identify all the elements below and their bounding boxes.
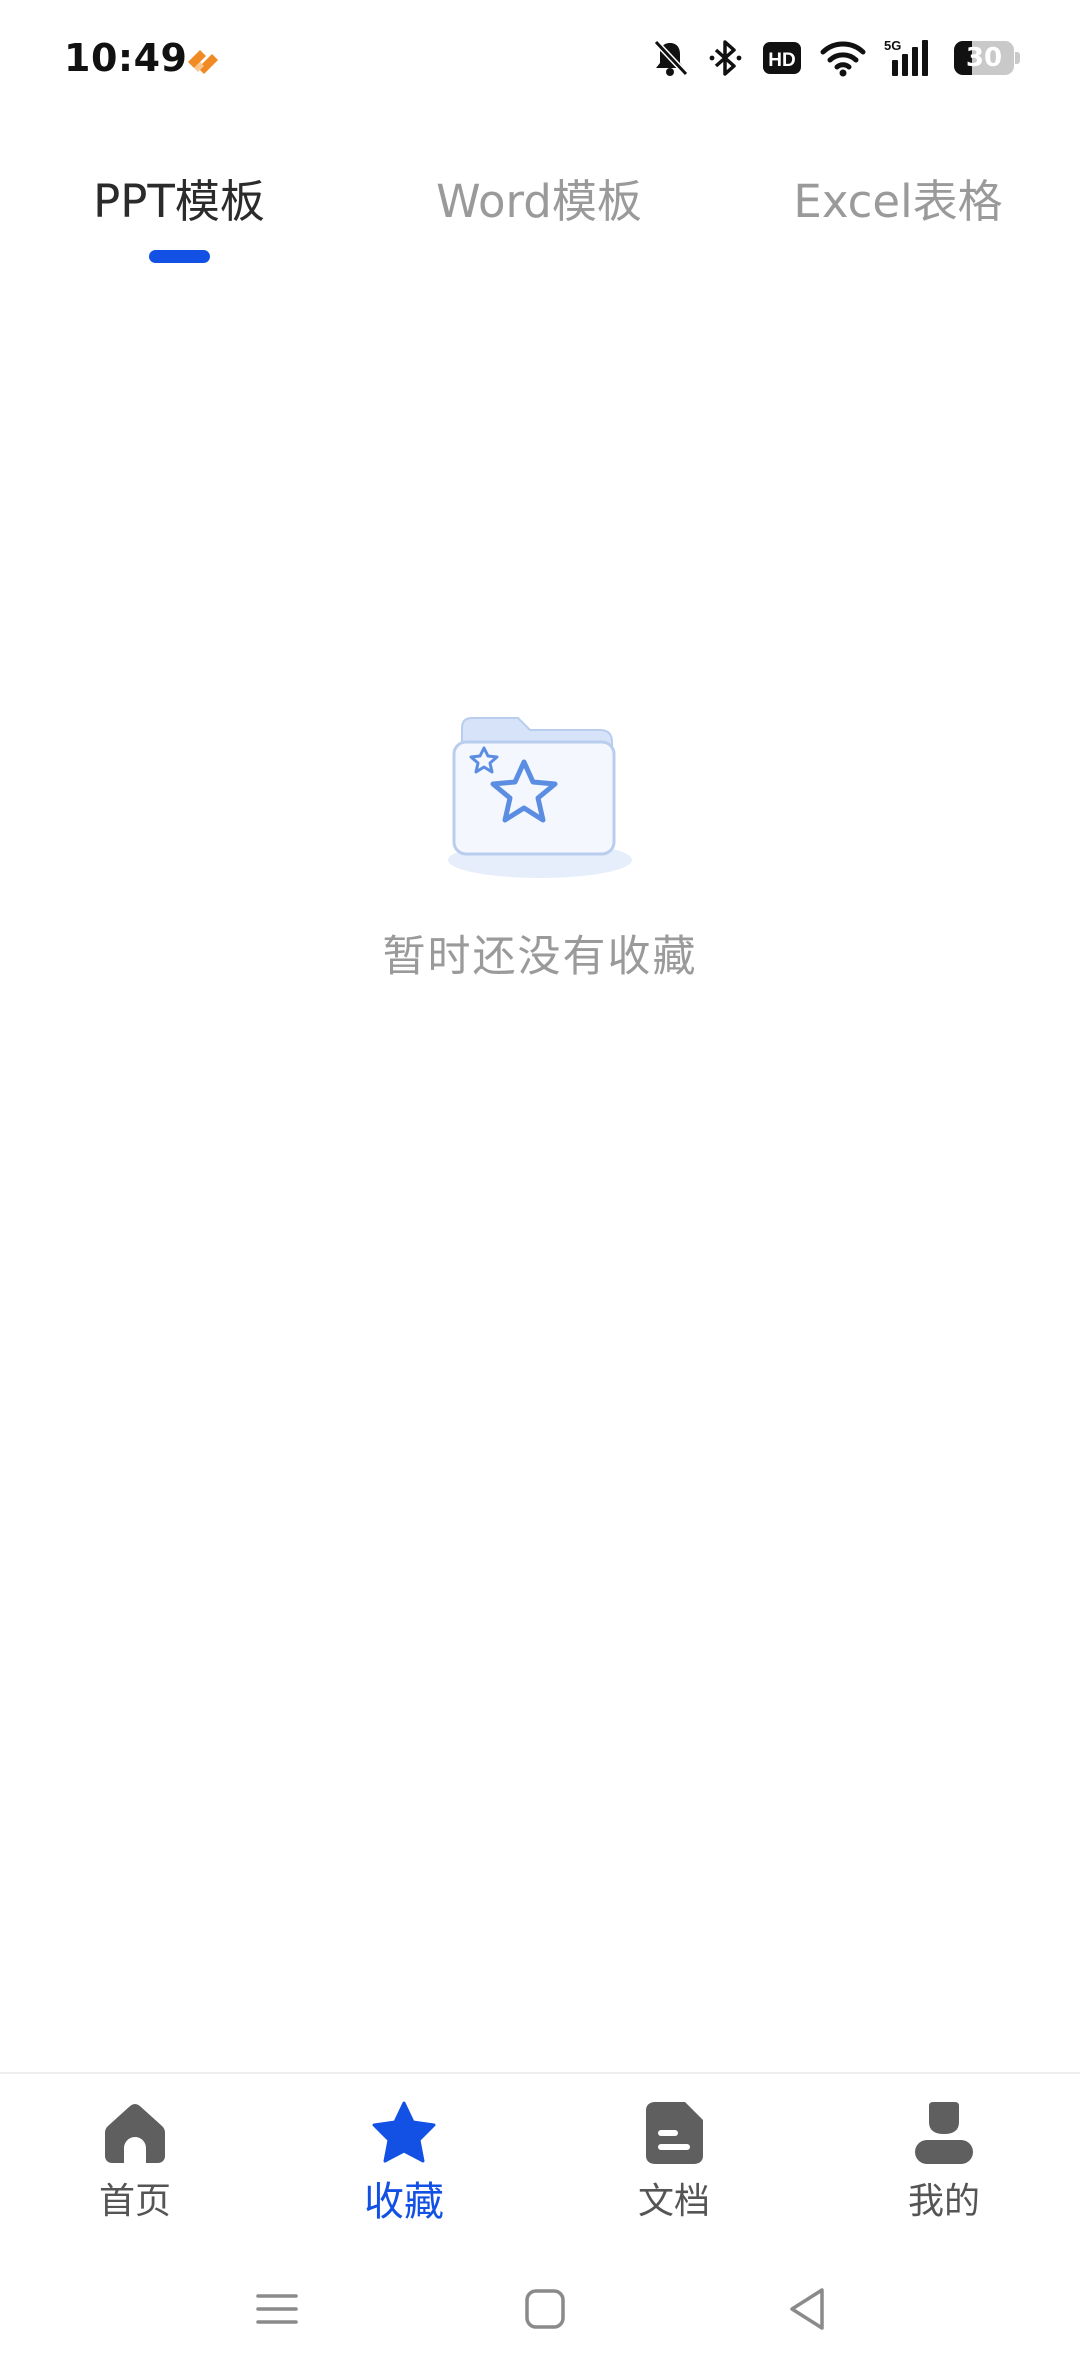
bottom-nav: 首页 收藏 文档 我的 — [0, 2072, 1080, 2244]
bluetooth-icon — [709, 40, 742, 76]
status-time: 10:49 — [64, 36, 188, 80]
mute-bell-icon — [653, 39, 689, 77]
menu-icon[interactable] — [252, 2284, 302, 2334]
active-tab-indicator — [149, 250, 210, 263]
wifi-icon — [820, 41, 866, 77]
folder-star-icon — [448, 717, 632, 878]
nav-item-documents[interactable]: 文档 — [574, 2092, 774, 2232]
tab-excel-sheet[interactable]: Excel表格 — [793, 162, 1002, 242]
back-triangle-icon[interactable] — [784, 2284, 834, 2334]
5g-signal-icon: 5G — [884, 38, 928, 76]
app-notification-icon — [188, 50, 218, 74]
nav-item-favorites[interactable]: 收藏 — [304, 2092, 504, 2232]
hd-icon: HD — [763, 42, 801, 74]
star-icon — [372, 2101, 436, 2163]
nav-label-documents: 文档 — [637, 2181, 710, 2222]
nav-label-profile: 我的 — [907, 2181, 980, 2222]
home-square-icon[interactable] — [520, 2284, 570, 2334]
svg-text:5G: 5G — [884, 38, 901, 53]
battery-icon: 30 — [954, 41, 1020, 75]
profile-icon — [915, 2102, 973, 2164]
nav-label-favorites: 收藏 — [364, 2179, 444, 2225]
status-bar: 10:49 HD 5G 30 — [0, 0, 1080, 120]
nav-item-profile[interactable]: 我的 — [844, 2092, 1044, 2232]
home-icon — [105, 2104, 165, 2163]
system-nav-bar — [0, 2242, 1080, 2376]
tab-word-template[interactable]: Word模板 — [436, 162, 642, 242]
nav-item-home[interactable]: 首页 — [35, 2092, 235, 2232]
status-icons: HD 5G 30 — [650, 32, 1020, 84]
tab-ppt-template[interactable]: PPT模板 — [93, 162, 265, 242]
nav-label-home: 首页 — [98, 2181, 171, 2222]
template-tabs: PPT模板 Word模板 Excel表格 — [0, 150, 1080, 280]
empty-state: 暂时还没有收藏 — [0, 700, 1080, 1000]
svg-text:HD: HD — [768, 50, 795, 71]
battery-percentage: 30 — [965, 43, 1003, 73]
document-icon — [646, 2102, 703, 2164]
empty-state-message: 暂时还没有收藏 — [382, 932, 698, 982]
